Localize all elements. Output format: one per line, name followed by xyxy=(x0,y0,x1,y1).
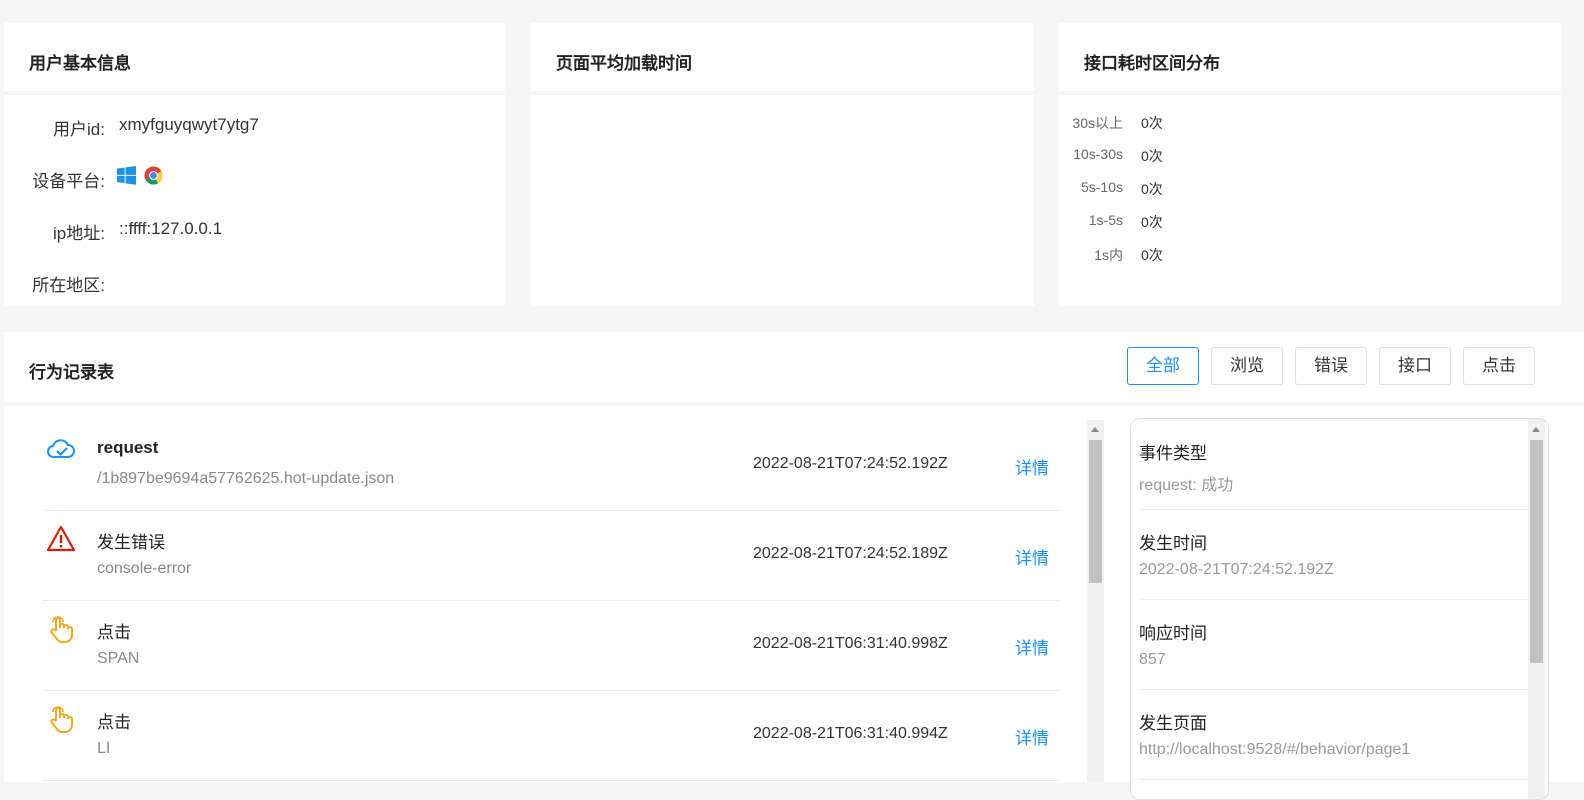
platform-label: 设备平台: xyxy=(32,172,105,191)
detail-label: 事件类型 xyxy=(1139,444,1207,463)
detail-value: 2022-08-21T07:24:52.192Z xyxy=(1139,561,1334,578)
list-item-time: 2022-08-21T06:31:40.998Z xyxy=(753,635,948,652)
interval-value: 0次 xyxy=(1141,148,1163,164)
page-load-card: 页面平均加载时间 xyxy=(531,23,1034,306)
interval-value: 0次 xyxy=(1141,214,1163,230)
detail-link[interactable]: 详情 xyxy=(1015,544,1049,569)
list-item-subtitle: SPAN xyxy=(97,650,140,667)
interval-label: 5s-10s xyxy=(1080,179,1123,195)
interval-row: 10s-30s 0次 xyxy=(1059,144,1359,168)
api-interval-title: 接口耗时区间分布 xyxy=(1084,54,1220,73)
list-item: 点击 LI 2022-08-21T06:31:40.994Z 详情 xyxy=(42,690,1060,781)
hand-pointer-icon xyxy=(46,704,76,734)
list-item: 点击 SPAN 2022-08-21T06:31:40.998Z 详情 xyxy=(42,600,1060,691)
detail-label: 响应时间 xyxy=(1139,624,1207,643)
list-item-subtitle: LI xyxy=(97,740,111,757)
cloud-check-icon xyxy=(46,434,76,464)
api-interval-card: 接口耗时区间分布 30s以上 0次 10s-30s 0次 5s-10s 0次 1… xyxy=(1059,23,1561,306)
warning-icon xyxy=(46,524,76,554)
interval-value: 0次 xyxy=(1141,115,1163,131)
interval-label: 30s以上 xyxy=(1072,115,1123,131)
interval-row: 30s以上 0次 xyxy=(1059,111,1359,135)
detail-value: http://localhost:9528/#/behavior/page1 xyxy=(1139,741,1411,758)
hand-pointer-icon xyxy=(46,614,76,644)
list-item-time: 2022-08-21T06:31:40.994Z xyxy=(753,725,948,742)
list-item-subtitle: /1b897be9694a57762625.hot-update.json xyxy=(97,470,395,487)
ip-value: ::ffff:127.0.0.1 xyxy=(119,219,223,238)
detail-item-page: 发生页面 http://localhost:9528/#/behavior/pa… xyxy=(1139,689,1529,780)
user-info-header: 用户基本信息 xyxy=(4,23,505,95)
scroll-up-icon[interactable] xyxy=(1091,427,1099,432)
platform-row: 设备平台: xyxy=(4,163,505,193)
list-item-title: 点击 xyxy=(97,623,131,642)
user-id-value: xmyfguyqwyt7ytg7 xyxy=(119,115,259,134)
detail-item-time: 发生时间 2022-08-21T07:24:52.192Z xyxy=(1139,509,1529,600)
filter-click-button[interactable]: 点击 xyxy=(1463,347,1535,385)
filter-error-button[interactable]: 错误 xyxy=(1295,347,1367,385)
ip-label: ip地址: xyxy=(53,224,105,243)
list-item-time: 2022-08-21T07:24:52.192Z xyxy=(753,455,948,472)
detail-link[interactable]: 详情 xyxy=(1015,724,1049,749)
detail-link[interactable]: 详情 xyxy=(1015,454,1049,479)
detail-label: 发生页面 xyxy=(1139,714,1207,733)
ip-row: ip地址: ::ffff:127.0.0.1 xyxy=(4,215,505,245)
list-scrollbar-thumb[interactable] xyxy=(1089,440,1102,583)
interval-value: 0次 xyxy=(1141,181,1163,197)
behavior-title: 行为记录表 xyxy=(29,363,114,382)
interval-row: 1s-5s 0次 xyxy=(1059,210,1359,234)
interval-row: 1s内 0次 xyxy=(1059,243,1359,267)
region-row: 所在地区: xyxy=(4,267,505,297)
page-load-header: 页面平均加载时间 xyxy=(531,23,1034,95)
api-interval-header: 接口耗时区间分布 xyxy=(1059,23,1561,95)
user-info-title: 用户基本信息 xyxy=(29,54,131,73)
filter-browse-button[interactable]: 浏览 xyxy=(1211,347,1283,385)
behavior-list: request /1b897be9694a57762625.hot-update… xyxy=(0,420,1080,782)
filter-all-button[interactable]: 全部 xyxy=(1127,347,1199,385)
interval-label: 10s-30s xyxy=(1073,146,1123,162)
detail-scrollbar-thumb[interactable] xyxy=(1530,440,1543,663)
scroll-up-icon[interactable] xyxy=(1532,427,1540,432)
list-item-title: request xyxy=(97,438,159,457)
list-item-title: 发生错误 xyxy=(97,533,165,552)
detail-item-response-time: 响应时间 857 xyxy=(1139,599,1529,690)
detail-label: 发生时间 xyxy=(1139,534,1207,553)
user-id-label: 用户id: xyxy=(53,120,105,139)
page-load-title: 页面平均加载时间 xyxy=(556,54,692,73)
interval-label: 1s-5s xyxy=(1088,212,1123,228)
behavior-header: 行为记录表 全部 浏览 错误 接口 点击 xyxy=(4,332,1584,406)
list-item-subtitle: console-error xyxy=(97,560,192,577)
user-id-row: 用户id: xmyfguyqwyt7ytg7 xyxy=(4,111,505,141)
user-info-card: 用户基本信息 用户id: xmyfguyqwyt7ytg7 设备平台: ip地址… xyxy=(4,23,505,306)
detail-scrollbar[interactable] xyxy=(1528,419,1545,799)
event-detail-panel: 事件类型 request: 成功 发生时间 2022-08-21T07:24:5… xyxy=(1130,418,1549,800)
list-item: request /1b897be9694a57762625.hot-update… xyxy=(42,420,1060,511)
filter-api-button[interactable]: 接口 xyxy=(1379,347,1451,385)
interval-value: 0次 xyxy=(1141,247,1163,263)
detail-value: request: 成功 xyxy=(1139,477,1234,494)
chrome-icon xyxy=(144,166,164,186)
region-label: 所在地区: xyxy=(32,276,105,295)
list-item-time: 2022-08-21T07:24:52.189Z xyxy=(753,545,948,562)
list-item: 发生错误 console-error 2022-08-21T07:24:52.1… xyxy=(42,510,1060,601)
interval-label: 1s内 xyxy=(1094,247,1123,263)
list-item-title: 点击 xyxy=(97,713,131,732)
windows-icon xyxy=(117,166,137,186)
detail-link[interactable]: 详情 xyxy=(1015,634,1049,659)
list-scrollbar[interactable] xyxy=(1087,420,1104,782)
detail-item-event-type: 事件类型 request: 成功 xyxy=(1139,419,1529,510)
interval-row: 5s-10s 0次 xyxy=(1059,177,1359,201)
detail-value: 857 xyxy=(1139,651,1166,668)
